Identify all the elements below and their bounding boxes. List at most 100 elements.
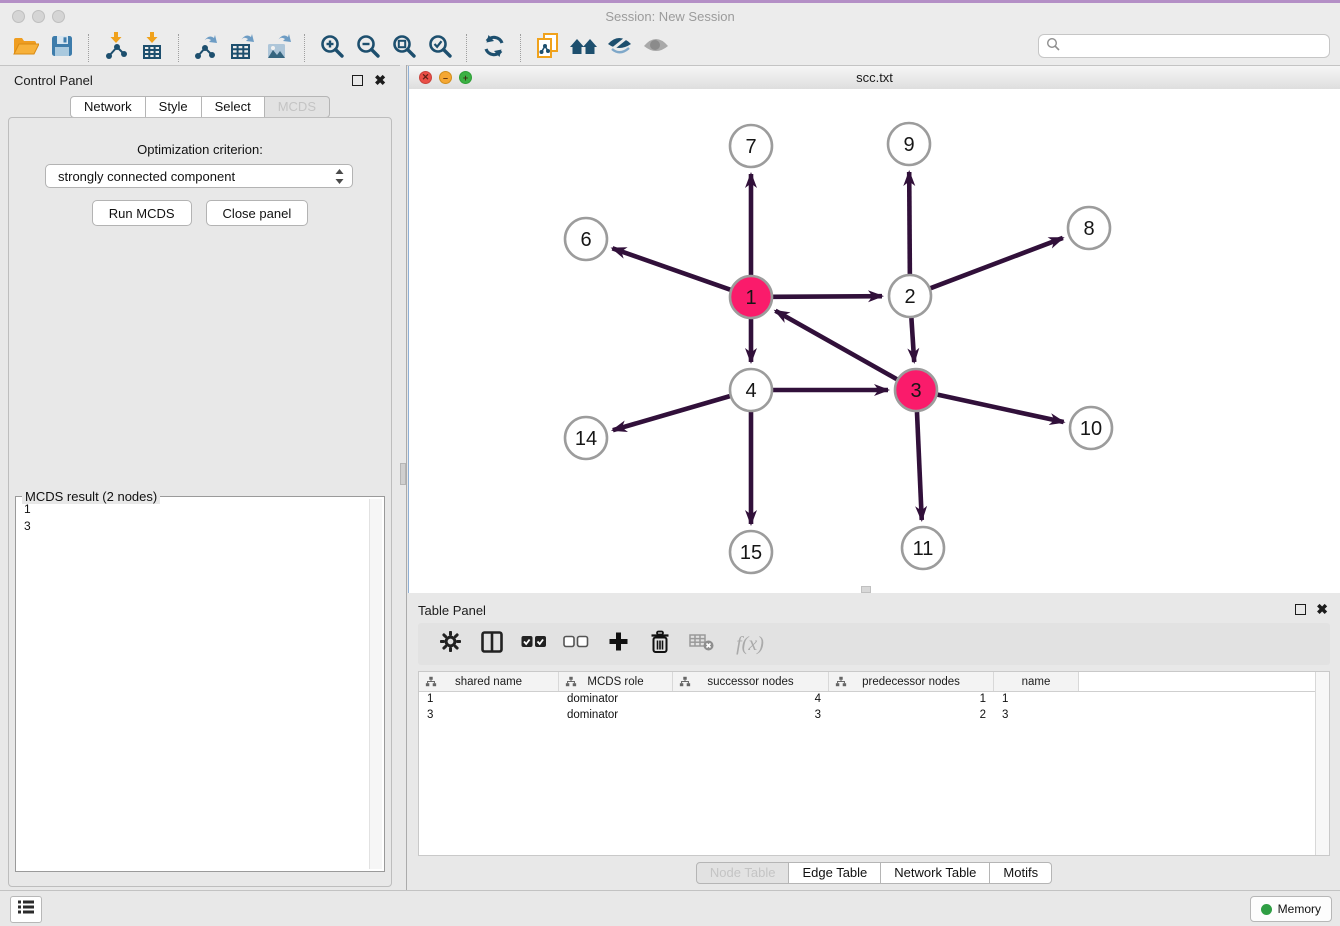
table-cell[interactable]: dominator <box>559 708 673 724</box>
open-folder-icon <box>13 34 39 63</box>
delete-column-button[interactable] <box>642 628 678 660</box>
table-cell[interactable]: 3 <box>419 708 559 724</box>
column-label: MCDS role <box>587 676 643 688</box>
table-cell[interactable]: 3 <box>673 708 829 724</box>
search-input[interactable] <box>1064 35 1329 57</box>
zoom-in-button[interactable] <box>314 33 350 63</box>
table-cell[interactable]: 2 <box>829 708 994 724</box>
refresh-layout-button[interactable] <box>476 33 512 63</box>
float-panel-icon[interactable] <box>352 75 363 86</box>
network-view-window: ✕ – + scc.txt 1234678910111415 <box>408 66 1340 593</box>
table-cell[interactable]: 3 <box>994 708 1079 724</box>
graph-edge-1-2[interactable] <box>773 296 882 297</box>
show-column-panel-button[interactable] <box>474 628 510 660</box>
table-cell[interactable]: 1 <box>829 692 994 708</box>
graph-node-label: 8 <box>1083 218 1094 240</box>
column-header-successor-nodes[interactable]: successor nodes <box>673 672 829 691</box>
panel-splitter[interactable] <box>400 65 407 891</box>
canvas-scroll-grip[interactable] <box>861 586 871 593</box>
save-session-button[interactable] <box>44 33 80 63</box>
export-image-button[interactable] <box>260 33 296 63</box>
hide-selected-button[interactable] <box>602 33 638 63</box>
zoom-fit-icon <box>391 33 417 64</box>
import-table-icon <box>139 32 165 65</box>
column-header-shared-name[interactable]: shared name <box>419 672 559 691</box>
graph-edge-4-14[interactable] <box>613 396 730 430</box>
memory-button[interactable]: Memory <box>1250 896 1332 922</box>
graph-edge-1-6[interactable] <box>612 248 730 289</box>
toolbar-separator <box>466 34 468 62</box>
export-network-button[interactable] <box>188 33 224 63</box>
fx-icon: f(x) <box>736 633 764 656</box>
tab-network-table[interactable]: Network Table <box>881 862 990 884</box>
clone-network-icon <box>535 32 561 65</box>
toolbar-separator <box>88 34 90 62</box>
result-scrollbar[interactable] <box>369 499 382 869</box>
column-type-icon <box>835 675 847 691</box>
delete-table-button[interactable] <box>684 628 720 660</box>
table-row[interactable]: 1dominator411 <box>419 692 1329 708</box>
node-table[interactable]: shared name MCDS role successor nodes prede… <box>418 671 1330 856</box>
run-mcds-button[interactable]: Run MCDS <box>92 200 192 226</box>
function-builder-button[interactable]: f(x) <box>726 628 774 660</box>
tab-style[interactable]: Style <box>146 96 202 118</box>
tab-edge-table[interactable]: Edge Table <box>789 862 881 884</box>
zoom-fit-button[interactable] <box>386 33 422 63</box>
show-all-button[interactable] <box>638 33 674 63</box>
table-settings-button[interactable] <box>432 628 468 660</box>
zoom-selected-button[interactable] <box>422 33 458 63</box>
tab-node-table[interactable]: Node Table <box>696 862 790 884</box>
export-table-button[interactable] <box>224 33 260 63</box>
network-window-titlebar: ✕ – + scc.txt <box>409 66 1340 90</box>
tab-select[interactable]: Select <box>202 96 265 118</box>
table-header-row: shared name MCDS role successor nodes prede… <box>419 672 1329 692</box>
checked-boxes-icon <box>521 635 547 653</box>
select-all-columns-button[interactable] <box>516 628 552 660</box>
export-table-icon <box>228 32 256 65</box>
close-panel-button[interactable]: Close panel <box>206 200 309 226</box>
task-history-button[interactable] <box>10 896 42 923</box>
import-network-button[interactable] <box>98 33 134 63</box>
graph-edge-2-9[interactable] <box>909 172 910 274</box>
graph-edge-2-8[interactable] <box>931 238 1063 288</box>
clone-network-button[interactable] <box>530 33 566 63</box>
column-header-MCDS-role[interactable]: MCDS role <box>559 672 673 691</box>
graph-edge-2-3[interactable] <box>911 318 914 362</box>
eye-slash-icon <box>606 34 634 63</box>
splitter-handle[interactable] <box>400 463 406 485</box>
first-neighbors-button[interactable] <box>566 33 602 63</box>
tab-motifs[interactable]: Motifs <box>990 862 1052 884</box>
tab-mcds[interactable]: MCDS <box>265 96 330 118</box>
control-panel-tabs: NetworkStyleSelectMCDS <box>0 96 400 118</box>
table-scrollbar[interactable] <box>1315 672 1329 855</box>
create-column-button[interactable] <box>600 628 636 660</box>
close-table-panel-icon[interactable]: ✖ <box>1316 604 1328 615</box>
table-cell[interactable]: 1 <box>994 692 1079 708</box>
zoom-out-button[interactable] <box>350 33 386 63</box>
tab-network[interactable]: Network <box>70 96 146 118</box>
open-session-button[interactable] <box>8 33 44 63</box>
eye-icon <box>642 36 670 61</box>
unselect-all-columns-button[interactable] <box>558 628 594 660</box>
table-cell[interactable]: 1 <box>419 692 559 708</box>
toolbar-search[interactable] <box>1038 34 1330 58</box>
column-header-predecessor-nodes[interactable]: predecessor nodes <box>829 672 994 691</box>
graph-edge-3-1[interactable] <box>775 311 896 379</box>
table-cell[interactable]: dominator <box>559 692 673 708</box>
column-header-name[interactable]: name <box>994 672 1079 691</box>
network-window-title: scc.txt <box>409 70 1340 85</box>
graph-node-label: 6 <box>580 229 591 251</box>
graph-node-label: 9 <box>903 134 914 156</box>
graph-node-label: 2 <box>904 286 915 308</box>
table-row[interactable]: 3dominator323 <box>419 708 1329 724</box>
graph-edge-3-10[interactable] <box>937 395 1063 422</box>
float-table-panel-icon[interactable] <box>1295 604 1306 615</box>
import-table-button[interactable] <box>134 33 170 63</box>
criterion-dropdown[interactable]: strongly connected component <box>45 164 353 188</box>
close-panel-icon[interactable]: ✖ <box>374 75 386 86</box>
graph-edge-3-11[interactable] <box>917 412 922 520</box>
network-canvas[interactable]: 1234678910111415 <box>409 89 1340 593</box>
network-graph[interactable]: 1234678910111415 <box>409 89 1339 592</box>
column-label: successor nodes <box>707 676 793 688</box>
table-cell[interactable]: 4 <box>673 692 829 708</box>
